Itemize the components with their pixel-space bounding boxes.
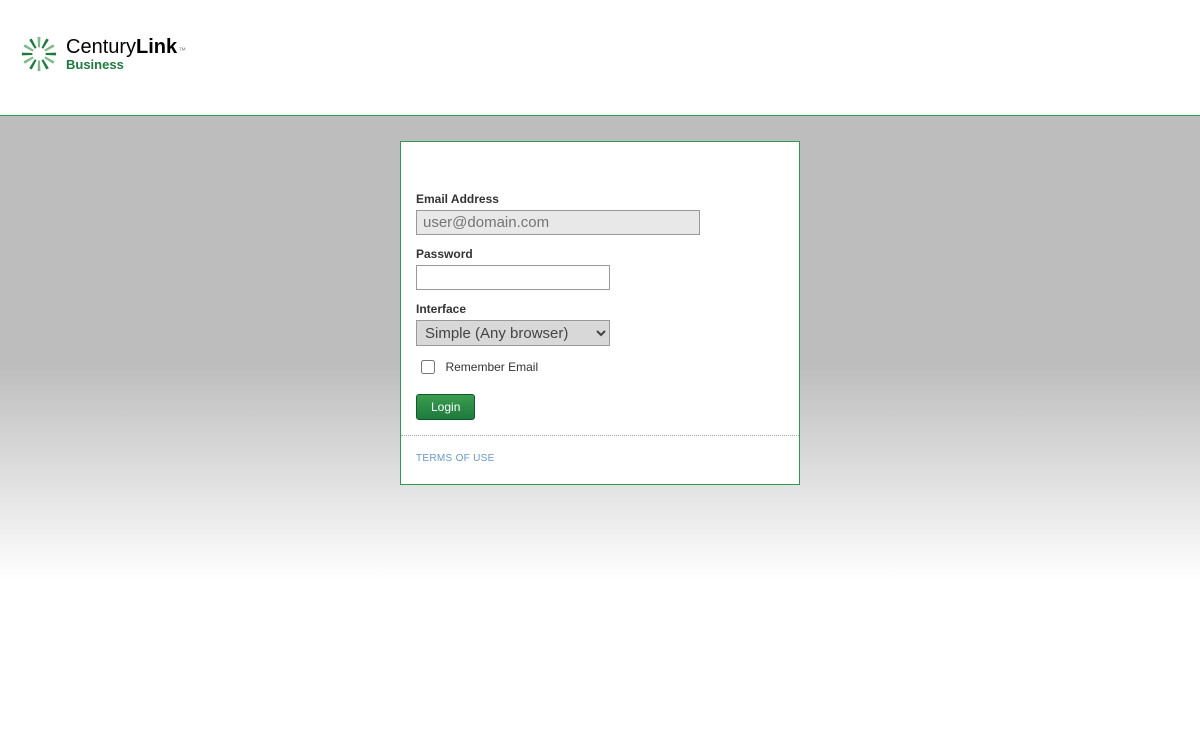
login-box: Email Address Password Interface Simple … — [400, 141, 800, 485]
interface-select[interactable]: Simple (Any browser) — [416, 320, 610, 346]
header: CenturyLink™ Business — [0, 0, 1200, 116]
logo: CenturyLink™ Business — [20, 35, 1180, 73]
login-button[interactable]: Login — [416, 394, 475, 420]
logo-starburst-icon — [20, 35, 58, 73]
password-label: Password — [416, 247, 784, 261]
logo-tm: ™ — [178, 46, 186, 55]
login-form: Email Address Password Interface Simple … — [401, 142, 799, 435]
interface-label: Interface — [416, 302, 784, 316]
terms-of-use-link[interactable]: TERMS OF USE — [416, 453, 495, 464]
remember-email-checkbox[interactable] — [421, 360, 435, 374]
logo-text: CenturyLink™ Business — [66, 36, 186, 72]
email-input[interactable] — [416, 210, 700, 235]
logo-subtext: Business — [66, 57, 186, 72]
footer-links: TERMS OF USE — [401, 435, 799, 484]
content-area: Email Address Password Interface Simple … — [0, 116, 1200, 737]
password-input[interactable] — [416, 265, 610, 290]
email-label: Email Address — [416, 192, 784, 206]
logo-part1: Century — [66, 36, 136, 59]
remember-email-label: Remember Email — [445, 360, 538, 374]
logo-part2: Link — [136, 36, 177, 59]
